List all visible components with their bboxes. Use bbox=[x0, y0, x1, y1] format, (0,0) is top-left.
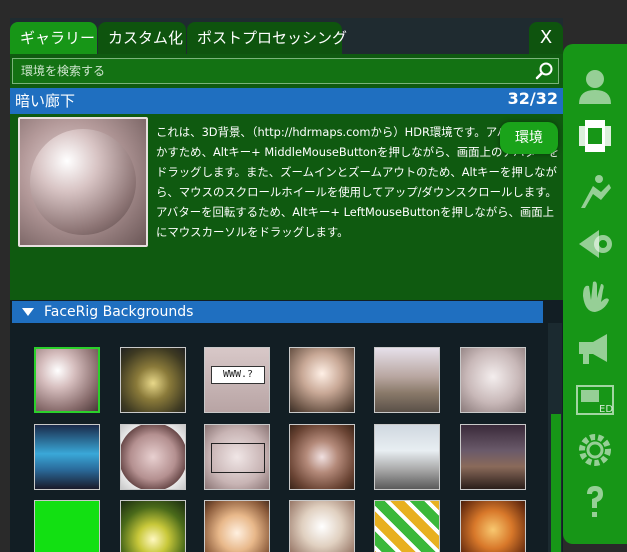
tab-post-processing[interactable]: ポストプロセッシング bbox=[187, 22, 347, 54]
caret-down-icon bbox=[22, 308, 34, 316]
thumbnail-evening-street[interactable] bbox=[460, 424, 526, 490]
help-icon[interactable] bbox=[575, 482, 615, 522]
thumbnail-alley[interactable] bbox=[289, 424, 355, 490]
environment-title-bar: 暗い廊下 32/32 bbox=[10, 88, 563, 114]
scrollbar-thumb[interactable] bbox=[551, 414, 561, 552]
ed-label: ED bbox=[599, 404, 613, 415]
thumbnail-sphere[interactable] bbox=[120, 424, 186, 490]
thumbnail-cloudy-sky[interactable] bbox=[374, 424, 440, 490]
environment-badge[interactable]: 環境 bbox=[500, 122, 558, 154]
search-input[interactable] bbox=[13, 59, 533, 83]
thumbnail-frame[interactable] bbox=[204, 424, 270, 490]
preview-sphere bbox=[30, 129, 136, 235]
thumbnail-blank-room[interactable] bbox=[460, 347, 526, 413]
frame-rectangle bbox=[211, 443, 265, 473]
environment-name: 暗い廊下 bbox=[15, 92, 76, 110]
thumbnail-interior[interactable] bbox=[289, 500, 355, 552]
environment-count: 32/32 bbox=[507, 89, 558, 108]
thumbnail-www[interactable]: WWW.? bbox=[204, 347, 270, 413]
actions-icon[interactable] bbox=[575, 172, 615, 212]
thumbnail-forest[interactable] bbox=[120, 347, 186, 413]
environment-preview bbox=[18, 117, 148, 247]
camera-icon[interactable] bbox=[575, 224, 615, 264]
ed-icon[interactable]: ED bbox=[575, 380, 615, 420]
search-icon[interactable] bbox=[534, 61, 554, 81]
settings-icon[interactable] bbox=[575, 430, 615, 470]
thumbnail-diamond-pattern[interactable] bbox=[374, 500, 440, 552]
tab-bar: ギャラリー カスタム化 ポストプロセッシング X bbox=[10, 18, 563, 54]
thumbnail-office[interactable] bbox=[289, 347, 355, 413]
gesture-icon[interactable] bbox=[575, 276, 615, 316]
thumbnail-green-screen[interactable] bbox=[34, 500, 100, 552]
thumbnail-dark-corridor[interactable] bbox=[34, 347, 100, 413]
thumbnail-grid: WWW.? bbox=[10, 323, 563, 552]
section-header-facerig-backgrounds[interactable]: FaceRig Backgrounds bbox=[12, 301, 543, 323]
right-sidebar: ED bbox=[563, 44, 627, 544]
thumbnail-blue-cityscape[interactable] bbox=[34, 424, 100, 490]
thumbnail-sunny-forest[interactable] bbox=[120, 500, 186, 552]
tab-gallery[interactable]: ギャラリー bbox=[10, 22, 97, 54]
search-box bbox=[12, 58, 559, 84]
www-caption: WWW.? bbox=[211, 366, 265, 384]
thumbnail-autumn[interactable] bbox=[460, 500, 526, 552]
broadcast-icon[interactable] bbox=[575, 328, 615, 368]
avatar-icon[interactable] bbox=[575, 66, 615, 106]
tab-customize[interactable]: カスタム化 bbox=[98, 22, 186, 54]
section-title: FaceRig Backgrounds bbox=[44, 304, 194, 320]
gallery-panel: ギャラリー カスタム化 ポストプロセッシング X 暗い廊下 32/32 これは、… bbox=[10, 18, 563, 552]
close-button[interactable]: X bbox=[529, 22, 563, 54]
thumbnail-warm-room[interactable] bbox=[204, 500, 270, 552]
thumbnail-street[interactable] bbox=[374, 347, 440, 413]
environment-icon[interactable] bbox=[575, 116, 615, 156]
